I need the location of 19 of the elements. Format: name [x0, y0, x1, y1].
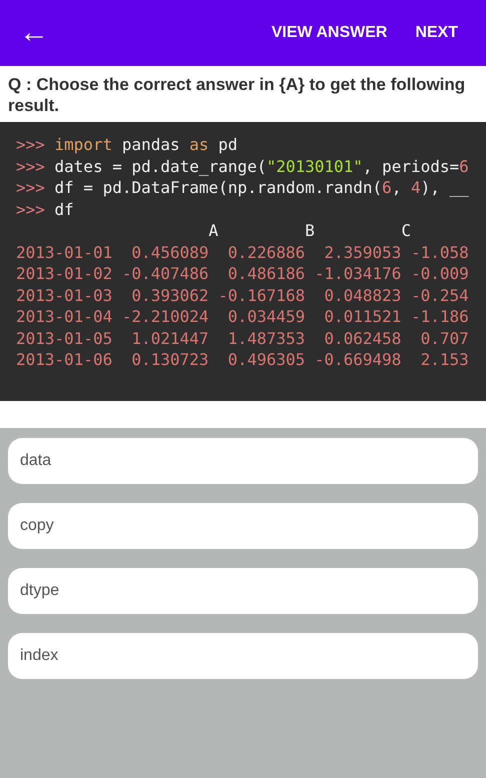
code-line: >>> import pandas as pd — [16, 134, 238, 156]
code-line: 2013-01-01 0.456089 0.226886 2.359053 -1.058 — [16, 242, 469, 263]
question-text: Q : Choose the correct answer in {A} to get the following result. — [7, 74, 466, 117]
action-button[interactable]: NEXT — [403, 13, 470, 53]
code-line: 2013-01-05 1.021447 1.487353 0.062458 0.707 — [16, 328, 469, 349]
answer-option[interactable]: index — [8, 632, 478, 678]
code-line: >>> df — [16, 198, 74, 220]
code-line: 2013-01-02 -0.407486 0.486186 -1.034176 -0.009 — [16, 263, 469, 284]
back-button[interactable]: ← — [16, 15, 52, 51]
action-button[interactable]: VIEW ANSWER — [259, 13, 400, 53]
code-line: >>> df = pd.DataFrame(np.random.randn(6, 4), __ — [16, 177, 469, 198]
code-line: >>> dates = pd.date_range("20130101", periods=6 — [16, 156, 469, 177]
code-line: 2013-01-04 -2.210024 0.034459 0.011521 -1.186 — [16, 306, 469, 328]
code-line: A B C — [208, 220, 411, 242]
answer-option[interactable]: dtype — [8, 568, 478, 614]
code-line: 2013-01-06 0.130723 0.496305 -0.669498 2.153 — [16, 349, 469, 370]
answer-option[interactable]: copy — [8, 502, 478, 548]
answer-option[interactable]: data — [8, 438, 478, 484]
code-line: 2013-01-03 0.393062 -0.167168 0.048823 -0.254 — [16, 284, 469, 306]
